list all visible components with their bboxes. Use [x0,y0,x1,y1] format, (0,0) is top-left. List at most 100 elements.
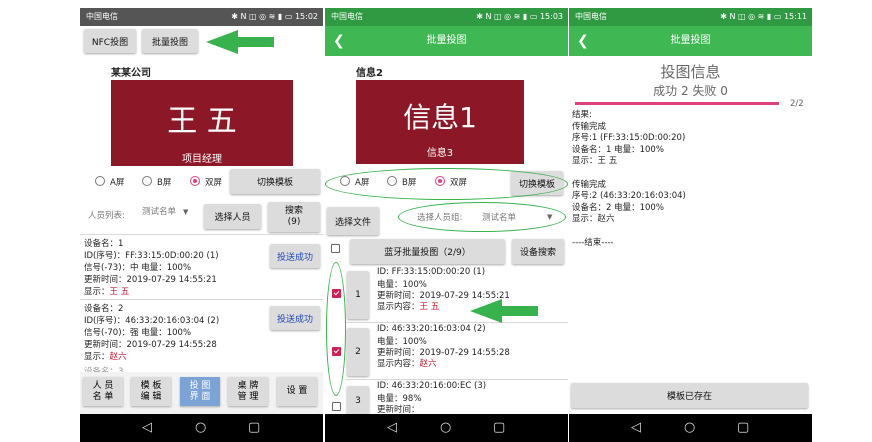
result-line: 序号:2 (46:33:20:16:03:04) [572,191,686,202]
device-update-time: 更新时间：2019-07-29 14:55:21 [84,275,217,285]
arrow-shaft [238,37,274,47]
result-line: 结果: [572,110,592,120]
device-search-button[interactable]: 设备搜索 [512,239,564,264]
tab-template-edit[interactable]: 模 板编 辑 [131,377,171,406]
device-id: ID(序号)：46:33:20:16:03:04 (2) [84,316,220,326]
radio-a-label: A屏 [110,178,125,188]
template-exists-button[interactable]: 模板已存在 [571,383,808,408]
search-button[interactable]: 搜索 (9) [268,202,320,232]
progress-count: 2/2 [790,99,804,109]
nav-recent-icon[interactable]: ▢ [493,420,505,435]
result-log: 结果: 传输完成 序号:1 (FF:33:15:0D:00:20) 设备名：1 电量：… [572,110,686,249]
nav-back-icon[interactable]: ◁ [631,420,641,435]
arrow-shaft [500,306,538,316]
divider [345,379,568,380]
nav-back-icon[interactable]: ◁ [387,420,397,435]
system-nav-bar: ◁ ○ ▢ [80,414,323,442]
switch-template-button[interactable]: 切换模板 [230,169,320,194]
content-value: 赵六 [419,359,437,369]
nav-recent-icon[interactable]: ▢ [737,420,749,435]
display-value: 王 五 [109,287,130,297]
result-line: 设备名：1 电量：100% [572,144,664,155]
carrier-label: 中国电信 [331,12,363,21]
device-name: 设备名：2 [84,304,124,314]
nav-home-icon[interactable]: ○ [195,420,206,435]
device-id: ID(序号)：FF:33:15:0D:00:20 (1) [84,251,219,261]
annotation-oval-checkboxes [326,262,346,396]
success-fail-summary: 成功 2 失败 0 [653,84,728,98]
back-arrow-icon[interactable]: ❮ [577,26,589,56]
divider [80,299,323,300]
result-line: 显示：王 五 [572,156,618,167]
batch-projection-button[interactable]: 批量投图 [142,29,198,53]
status-icons: ✱ N ◫ ◎ ≋ ▮ ▭ [720,12,782,21]
badge-preview: 信息1 信息3 [356,80,524,164]
select-person-button[interactable]: 选择人员 [204,204,261,229]
result-line [572,168,686,180]
nav-home-icon[interactable]: ○ [684,420,695,435]
system-nav-bar: ◁ ○ ▢ [325,414,568,442]
nav-back-icon[interactable]: ◁ [142,420,152,435]
person-list-dropdown[interactable]: 测试名单 [142,205,176,217]
divider [345,322,568,323]
result-line: 传输完成 [572,121,607,132]
nav-home-icon[interactable]: ○ [440,420,451,435]
select-file-button[interactable]: 选择文件 [327,207,379,235]
send-status-button[interactable]: 投送成功 [270,244,320,268]
result-line: 显示：赵六 [572,214,615,225]
item-index: 2 [347,328,369,376]
person-list-label: 人员列表: [88,211,125,221]
status-icons: ✱ N ◫ ◎ ≋ ▮ ▭ [231,12,293,21]
nfc-projection-button[interactable]: NFC投图 [84,29,136,53]
progress-fill [575,102,779,105]
radio-a-screen[interactable] [95,176,105,186]
radio-b-screen[interactable] [142,176,152,186]
page-title: 批量投图 [670,35,711,46]
result-line: 设备名：2 电量：100% [572,202,664,213]
result-line [572,226,686,238]
tab-person-list[interactable]: 人 员名 单 [83,377,123,406]
send-status-button[interactable]: 投送成功 [270,306,320,330]
item-index: 1 [347,271,369,319]
device-display: 显示：王 五 [84,287,130,297]
radio-b-label: B屏 [157,178,172,188]
item-index: 3 [347,386,369,416]
nav-recent-icon[interactable]: ▢ [248,420,260,435]
screen-nfc-projection: 中国电信 ✱ N ◫ ◎ ≋ ▮ ▭ 15:02 NFC投图 批量投图 某某公司… [80,8,323,442]
tab-projection[interactable]: 投 图界 面 [180,377,220,406]
system-nav-bar: ◁ ○ ▢ [569,414,812,442]
result-line: ----结束---- [572,237,614,248]
item-content: 显示内容：赵六 [377,359,437,369]
display-value: 赵六 [109,352,127,362]
tab-settings[interactable]: 设 置 [277,377,317,406]
carrier-label: 中国电信 [86,12,118,21]
status-bar: 中国电信 ✱ N ◫ ◎ ≋ ▮ ▭ 15:03 [325,8,568,26]
radio-dual-label: 双屏 [205,178,223,188]
arrow-head [206,30,238,54]
app-bar: ❮ 批量投图 [325,26,568,56]
tab-desk-sign[interactable]: 桌 牌管 理 [228,377,268,406]
item-id: ID: 46:33:20:16:03:04 (2) [377,324,486,334]
status-icons: ✱ N ◫ ◎ ≋ ▮ ▭ [476,12,538,21]
app-bar: ❮ 批量投图 [569,26,812,56]
screen-projection-info: 中国电信 ✱ N ◫ ◎ ≋ ▮ ▭ 15:11 ❮ 批量投图 投图信息 成功 … [569,8,812,442]
item-checkbox[interactable] [332,402,341,411]
template-label: 信息2 [356,68,383,79]
badge-main-text: 信息1 [403,101,477,134]
carrier-label: 中国电信 [575,12,607,21]
select-all-checkbox[interactable] [331,244,340,253]
annotation-oval-radios [325,168,568,200]
chevron-down-icon[interactable]: ▼ [183,208,188,216]
annotation-oval-group [398,202,566,232]
search-count: (9) [287,217,301,227]
radio-dual-screen[interactable] [190,176,200,186]
back-arrow-icon[interactable]: ❮ [333,26,345,56]
device-signal: 信号(-70)：强 电量：100% [84,328,192,338]
search-label: 搜索 [284,206,303,216]
item-id: ID: 46:33:20:16:00:EC (3) [377,381,487,391]
info-heading: 投图信息 [660,63,721,81]
device-update-time: 更新时间：2019-07-29 14:55:28 [84,340,217,350]
bluetooth-batch-button[interactable]: 蓝牙批量投图（2/9） [350,239,505,264]
item-content: 显示内容：王 五 [377,302,440,312]
badge-sub-text: 信息3 [426,148,454,159]
